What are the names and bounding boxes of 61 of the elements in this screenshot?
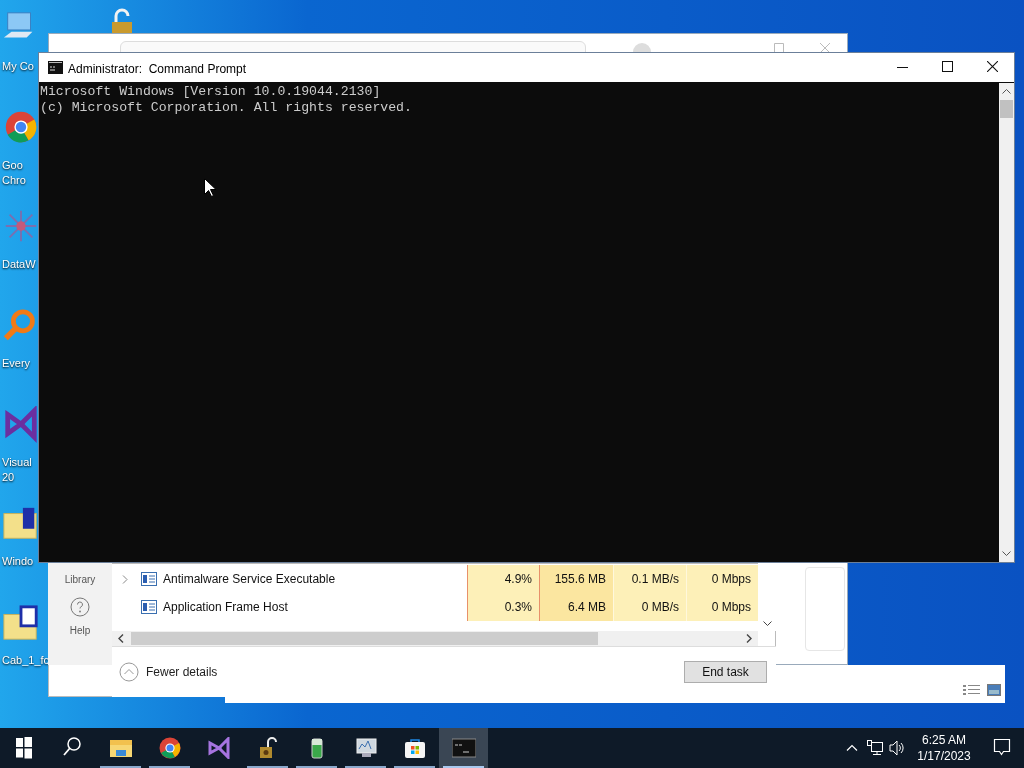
folder-icon[interactable] (2, 604, 40, 642)
scrollbar-thumb[interactable] (1000, 100, 1013, 118)
icon-label: My Co (2, 59, 34, 74)
scrollbar-thumb[interactable] (131, 632, 598, 645)
mouse-pointer-icon (204, 178, 216, 197)
chevron-up-icon (846, 744, 858, 752)
icon-label: Cab_1_fc (2, 653, 50, 668)
table-cell: 0.3% (467, 593, 540, 621)
speech-bubble-icon (993, 737, 1011, 759)
scroll-down-icon[interactable] (762, 621, 772, 627)
chrome-icon (157, 737, 182, 759)
icon-label: Visual (2, 455, 32, 470)
table-cell: 0 Mbps (686, 593, 758, 621)
store-icon (402, 737, 427, 759)
taskbar-app-button[interactable] (439, 728, 488, 768)
icon-label: Windo (2, 554, 34, 569)
visual-studio-icon[interactable] (2, 406, 40, 444)
icon-label: DataW (2, 257, 36, 272)
fewer-details-button[interactable]: Fewer details (119, 661, 218, 683)
horizontal-scrollbar[interactable] (112, 631, 758, 646)
maximize-icon[interactable] (942, 61, 953, 72)
visual-studio-icon (206, 737, 231, 759)
table-cell: 0.1 MB/s (613, 565, 686, 593)
scrollbar[interactable] (999, 83, 1014, 562)
details-view-icon[interactable] (963, 684, 980, 697)
clock-date[interactable]: 1/17/2023 (917, 748, 971, 764)
scroll-left-icon[interactable] (118, 634, 124, 643)
maximize-icon (774, 43, 784, 52)
table-cell: 4.9% (467, 565, 540, 593)
icon-label: Chro (2, 173, 26, 188)
process-name: Antimalware Service Executable (163, 571, 336, 588)
monitor-icon (353, 737, 378, 759)
close-icon[interactable] (987, 61, 998, 72)
app-window-icon (141, 600, 157, 614)
console-line: (c) Microsoft Corporation. All rights reserved. (40, 100, 412, 116)
console-icon (451, 737, 476, 759)
icon-label: 20 (2, 470, 16, 485)
end-task-button[interactable]: End task (684, 661, 767, 683)
process-name: Application Frame Host (163, 599, 288, 616)
windows-logo-icon (16, 737, 32, 759)
collapse-icon (119, 662, 139, 682)
console-icon (48, 61, 63, 74)
console-line: Microsoft Windows [Version 10.0.19044.2130] (40, 84, 382, 100)
scroll-up-icon[interactable] (1002, 88, 1011, 94)
table-cell: 0 Mbps (686, 565, 758, 593)
app-window-icon (141, 572, 157, 586)
table-cell: 155.6 MB (540, 565, 613, 593)
scroll-down-icon[interactable] (1002, 551, 1011, 557)
table-cell: 0 MB/s (613, 593, 686, 621)
window-title: Administrator: Command Prompt (68, 61, 247, 78)
close-icon (820, 43, 830, 52)
table-cell: 6.4 MB (540, 593, 613, 621)
help-button[interactable]: Help (69, 597, 91, 638)
folder-icon (108, 737, 133, 759)
sidebar-label[interactable]: Library (64, 572, 96, 587)
scroll-right-icon[interactable] (746, 634, 752, 643)
help-icon (70, 597, 90, 617)
icon-label: Goo (2, 158, 24, 173)
thumbnail-view-icon[interactable] (987, 684, 1001, 696)
clock-time[interactable]: 6:25 AM (922, 732, 966, 748)
icon-label: Every (2, 356, 31, 371)
